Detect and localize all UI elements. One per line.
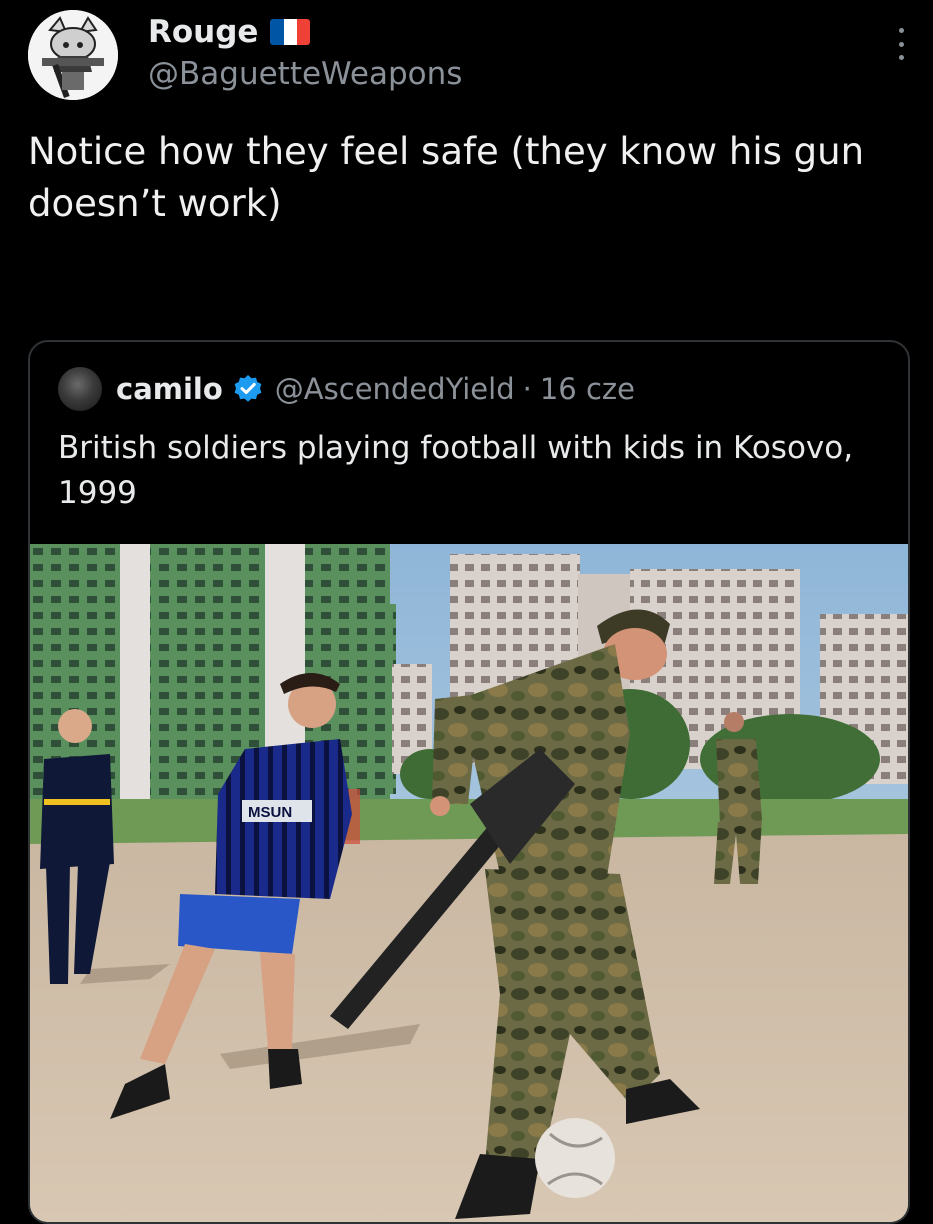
quoted-handle[interactable]: @AscendedYield	[275, 372, 515, 406]
avatar-illustration	[28, 10, 118, 100]
tweet-text: Notice how they feel safe (they know his…	[28, 130, 865, 225]
quoted-timestamp[interactable]: 16 cze	[540, 372, 635, 406]
quoted-tweet-photo[interactable]: MSUN	[30, 544, 908, 1222]
display-name[interactable]: Rouge	[148, 14, 258, 50]
quoted-tweet-text: British soldiers playing football with k…	[58, 430, 854, 511]
more-options-icon[interactable]	[897, 28, 905, 60]
france-flag-icon	[270, 19, 311, 45]
user-avatar[interactable]	[28, 10, 118, 100]
photo-football	[535, 1118, 615, 1198]
photo-shirt-text: MSUN	[248, 804, 292, 821]
user-handle[interactable]: @BaguetteWeapons	[148, 56, 462, 92]
quoted-user-avatar[interactable]	[58, 367, 102, 411]
separator-dot: ·	[522, 372, 532, 406]
quoted-tweet[interactable]: camilo @AscendedYield · 16 cze British s…	[28, 340, 910, 1224]
verified-badge-icon	[234, 375, 262, 402]
quoted-display-name[interactable]: camilo	[116, 372, 223, 406]
quoted-tweet-header: camilo @AscendedYield · 16 cze	[58, 366, 635, 412]
name-row: Rouge	[148, 10, 311, 54]
